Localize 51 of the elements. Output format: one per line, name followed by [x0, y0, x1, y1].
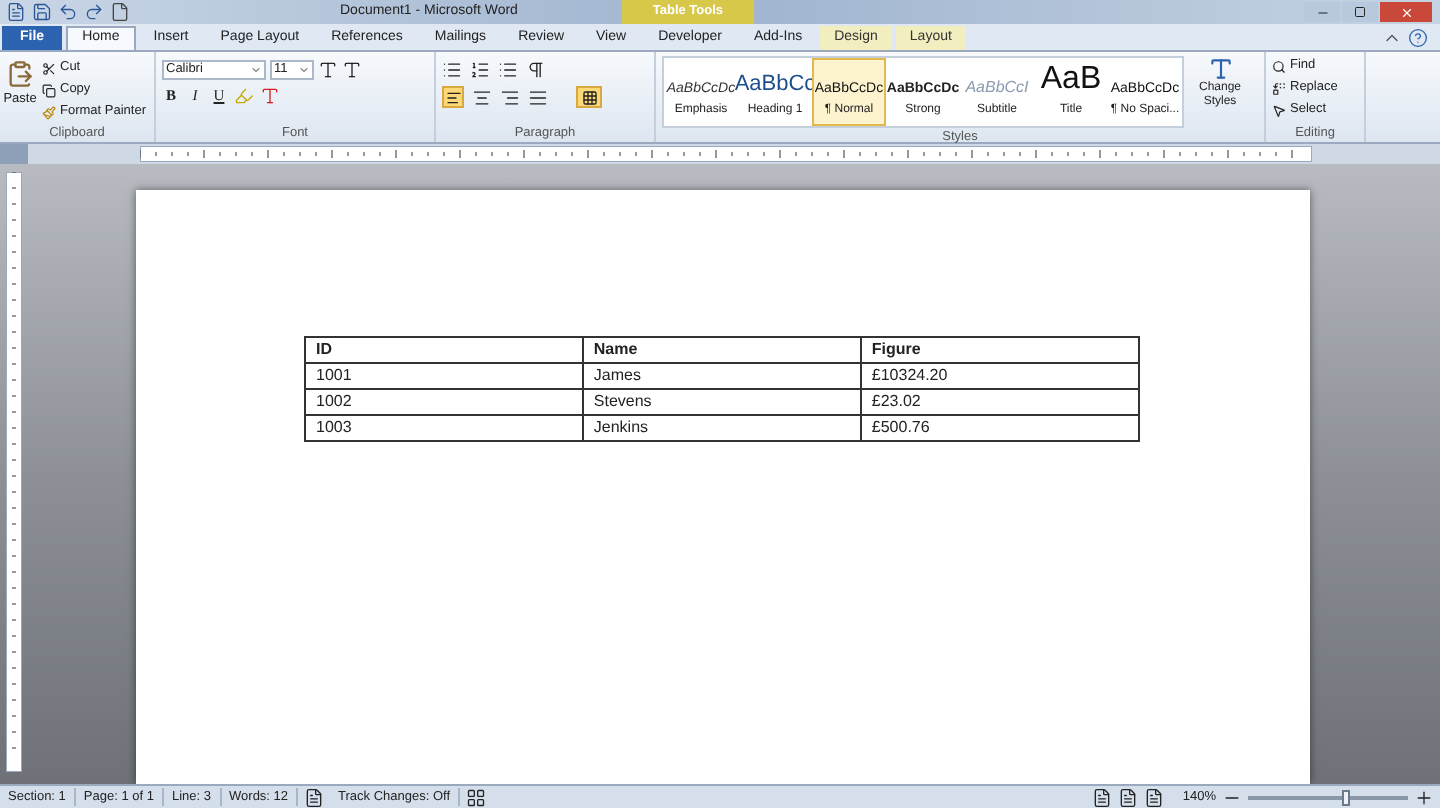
change-styles-icon	[1207, 56, 1233, 82]
print-layout-icon[interactable]	[1092, 787, 1113, 807]
clipboard-icon	[6, 58, 34, 90]
borders-icon	[581, 89, 597, 105]
table-header-cell: Name	[582, 337, 861, 363]
word-app-icon[interactable]	[6, 2, 26, 22]
align-right-icon[interactable]	[500, 87, 520, 107]
dropdown-caret-icon	[250, 64, 262, 76]
grow-font-icon[interactable]	[318, 60, 338, 80]
borders-button[interactable]	[576, 86, 602, 108]
undo-icon[interactable]	[58, 2, 78, 22]
style-preview: AaBbCcI	[965, 80, 1029, 96]
shrink-font-icon[interactable]	[342, 60, 362, 80]
align-left-icon	[445, 89, 461, 105]
maximize-button[interactable]	[1342, 2, 1378, 22]
copy-icon	[42, 83, 56, 97]
search-icon	[1272, 59, 1286, 73]
font-color-icon[interactable]	[260, 86, 280, 106]
table-cell: Jenkins	[582, 415, 861, 441]
table-cell: Stevens	[582, 389, 861, 415]
table-cell: £23.02	[860, 389, 1139, 415]
table-cell: £500.76	[860, 415, 1139, 441]
zoom-in-icon[interactable]	[1414, 787, 1434, 807]
maximize-icon	[1354, 6, 1366, 18]
bullets-icon[interactable]	[442, 60, 462, 80]
ruler-toggle-button[interactable]	[0, 144, 28, 164]
style-preview: AaB	[1040, 64, 1102, 96]
align-center-icon[interactable]	[472, 87, 492, 107]
zoom-slider-thumb[interactable]	[1342, 789, 1351, 805]
numbering-icon[interactable]	[470, 60, 490, 80]
pointer-icon	[1272, 103, 1286, 117]
table-header-cell: Figure	[860, 337, 1139, 363]
save-icon[interactable]	[32, 2, 52, 22]
table-cell: 1002	[305, 389, 583, 415]
dropdown-caret-icon	[298, 64, 310, 76]
align-left-button[interactable]	[442, 86, 464, 108]
table-cell: James	[582, 363, 861, 389]
table-cell: 1001	[305, 363, 583, 389]
paintbrush-icon	[42, 105, 56, 119]
close-icon	[1399, 5, 1413, 19]
redo-icon[interactable]	[84, 2, 104, 22]
table-header-cell: ID	[305, 337, 583, 363]
help-icon[interactable]	[1408, 28, 1428, 48]
table-cell: 1003	[305, 415, 583, 441]
new-document-icon[interactable]	[110, 2, 130, 22]
style-preview: AaBbCc	[734, 74, 816, 96]
pilcrow-icon[interactable]	[526, 60, 546, 80]
cut-icon	[42, 61, 56, 75]
justify-icon[interactable]	[528, 87, 548, 107]
multilevel-list-icon[interactable]	[498, 60, 518, 80]
table-cell: £10324.20	[860, 363, 1139, 389]
